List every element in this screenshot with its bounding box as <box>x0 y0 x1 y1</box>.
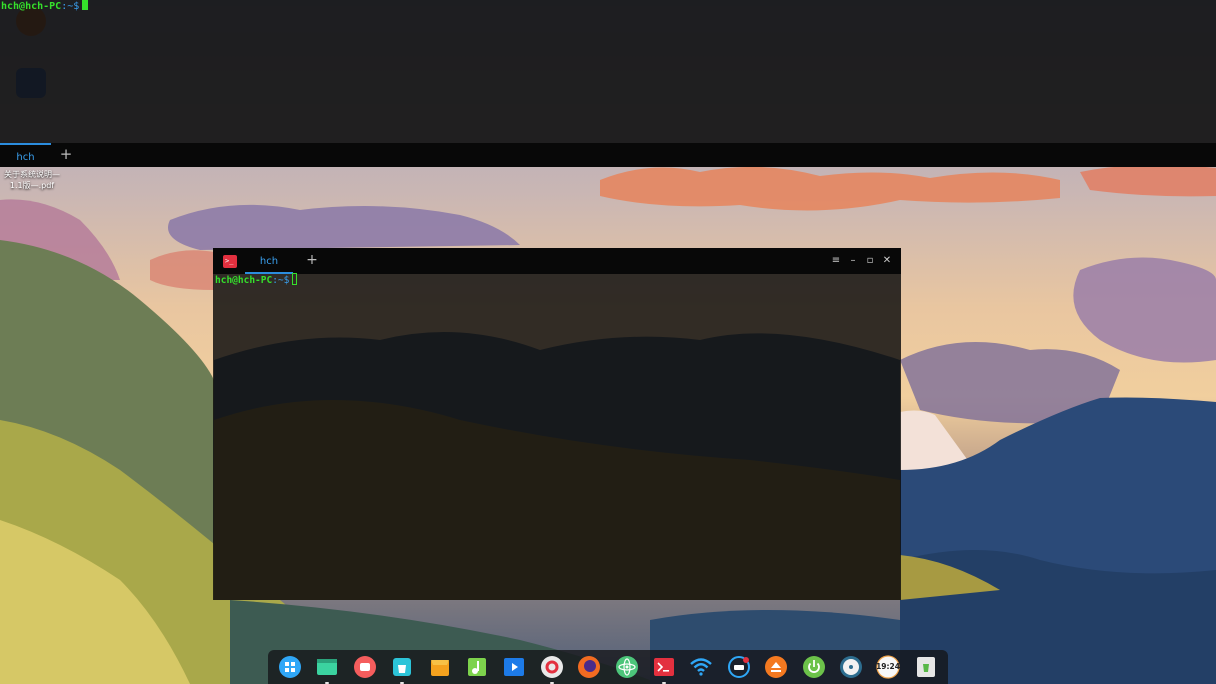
cursor <box>82 0 89 10</box>
terminal-prompt: hch@hch-PC:~$ <box>215 273 298 287</box>
power-icon[interactable] <box>802 655 826 679</box>
deepin-store-icon[interactable] <box>428 655 452 679</box>
terminal-titlebar[interactable]: >_ hch + ≡ – ▫ ✕ <box>213 248 901 274</box>
quake-tab-bar: hch + <box>0 143 1216 167</box>
desktop-file-label-line2: 1.1版—.pdf <box>9 181 55 190</box>
eject-icon[interactable] <box>764 655 788 679</box>
clock-icon[interactable]: 19:24 <box>876 655 900 679</box>
control-center-icon[interactable] <box>540 655 564 684</box>
add-tab-button[interactable]: + <box>304 253 320 269</box>
tab-hch[interactable]: hch <box>245 248 293 274</box>
quake-terminal[interactable]: hch@hch-PC:~$ hch + <box>0 0 1216 167</box>
quake-terminal-body[interactable]: hch@hch-PC:~$ <box>0 0 1216 143</box>
terminal-body[interactable]: hch@hch-PC:~$ <box>213 273 901 600</box>
prompt-user: hch@hch-PC <box>1 1 62 12</box>
dock: 19:24 <box>268 650 948 684</box>
prompt-path: :~$ <box>61 1 80 12</box>
app-store-icon[interactable] <box>390 655 414 684</box>
file-manager-icon[interactable] <box>315 655 339 684</box>
terminal-icon[interactable] <box>652 655 676 684</box>
quake-terminal-prompt: hch@hch-PC:~$ <box>1 0 89 13</box>
trash-icon[interactable] <box>914 655 938 679</box>
keyboard-icon[interactable] <box>727 655 751 679</box>
desktop-file-label-line1: 关于系统说明— <box>4 170 60 179</box>
close-icon[interactable]: ✕ <box>881 255 893 267</box>
minimize-icon[interactable]: – <box>847 255 859 267</box>
screen-recorder-icon[interactable] <box>353 655 377 679</box>
cursor <box>292 273 298 285</box>
tab-hch[interactable]: hch <box>0 143 51 167</box>
dock-clock-text: 19:24 <box>876 662 900 671</box>
launcher-icon[interactable] <box>278 655 302 679</box>
firefox-icon[interactable] <box>577 655 601 679</box>
prompt-path: :~$ <box>272 275 290 286</box>
terminal-window[interactable]: >_ hch + ≡ – ▫ ✕ hch@hch-PC:~$ <box>213 248 901 600</box>
menu-icon[interactable]: ≡ <box>830 255 842 267</box>
add-tab-button[interactable]: + <box>57 146 75 164</box>
terminal-logo-icon: >_ <box>223 255 237 268</box>
disk-icon[interactable] <box>839 655 863 679</box>
desktop-file-pdf[interactable]: 关于系统说明— 1.1版—.pdf <box>4 169 60 191</box>
maximize-icon[interactable]: ▫ <box>864 255 876 267</box>
atom-icon[interactable] <box>615 655 639 679</box>
music-icon[interactable] <box>465 655 489 679</box>
prompt-user: hch@hch-PC <box>215 275 273 286</box>
wifi-icon[interactable] <box>689 655 713 679</box>
video-player-icon[interactable] <box>502 655 526 679</box>
